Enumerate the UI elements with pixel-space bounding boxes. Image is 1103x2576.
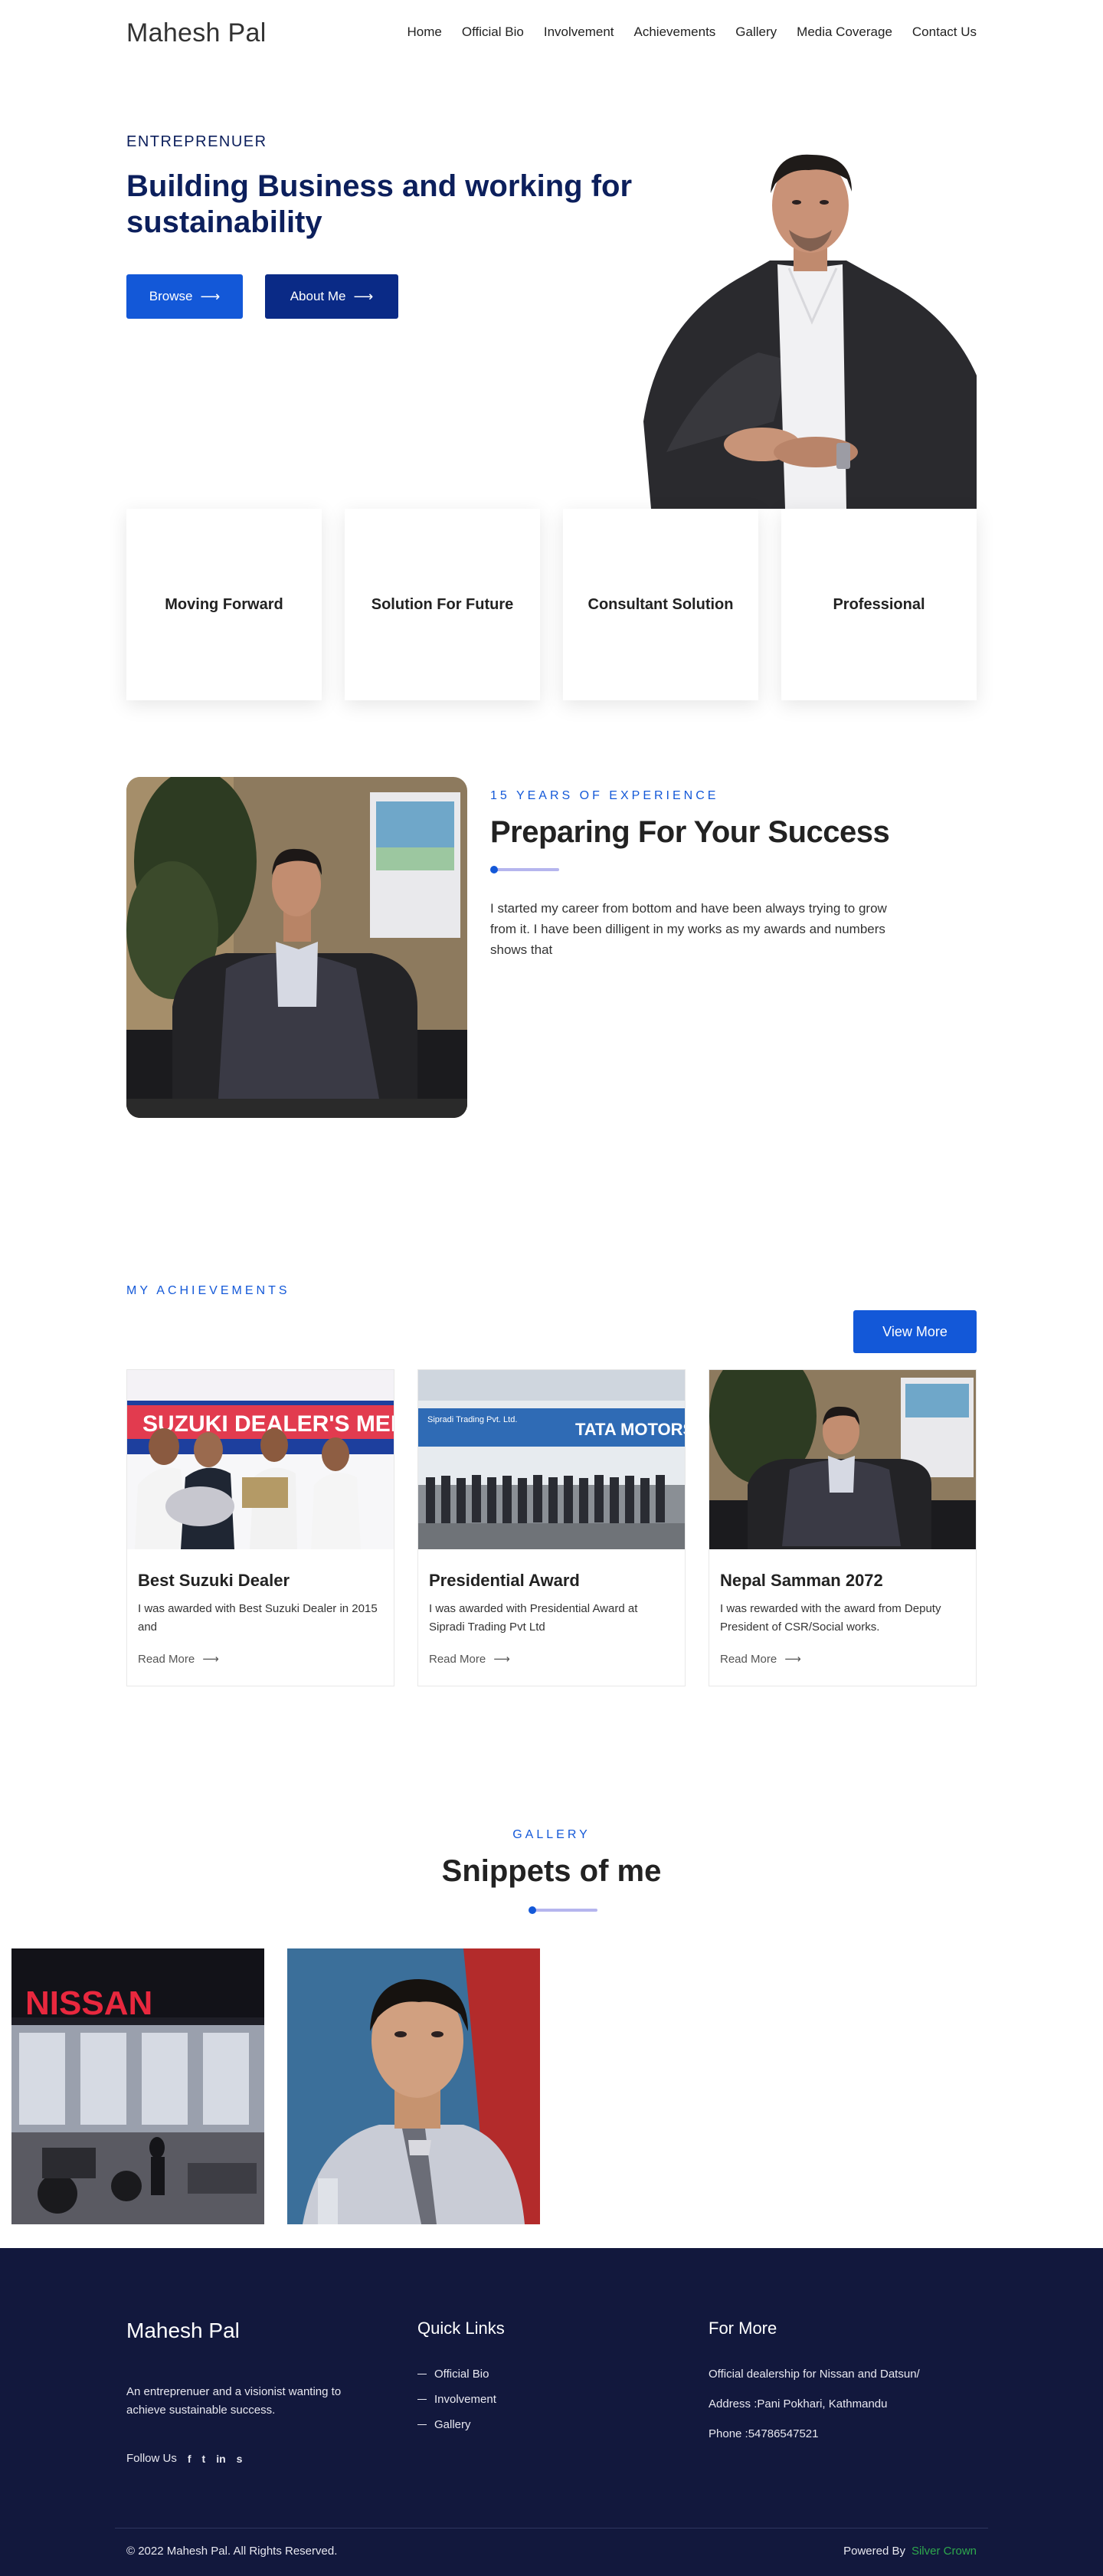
quick-links-list: Official Bio Involvement Gallery xyxy=(417,2368,496,2443)
achievement-image: SUZUKI DEALER'S MEET 2 xyxy=(127,1370,394,1549)
powered-by: Powered By Silver Crown xyxy=(843,2545,977,2558)
main-nav: Home Official Bio Involvement Achievemen… xyxy=(407,25,977,40)
hero-eyebrow: ENTREPRENUER xyxy=(126,133,267,150)
achievement-card[interactable]: TATA MOTORS Sipradi Trading Pvt. Ltd. Pr… xyxy=(417,1369,686,1686)
for-more-info: Official dealership for Nissan and Datsu… xyxy=(709,2368,920,2457)
sign-text: NISSAN xyxy=(25,1984,152,2022)
site-header: Mahesh Pal Home Official Bio Involvement… xyxy=(0,0,1103,69)
footer-brand: Mahesh Pal xyxy=(126,2319,240,2342)
gallery-image[interactable] xyxy=(287,1948,540,2224)
achievement-title: Best Suzuki Dealer xyxy=(138,1571,290,1590)
achievement-text: I was rewarded with the award from Deput… xyxy=(720,1602,941,1634)
achievement-image: TATA MOTORS Sipradi Trading Pvt. Ltd. xyxy=(418,1370,685,1549)
gallery-title: Snippets of me xyxy=(441,1854,662,1888)
arrow-right-icon: ⟶ xyxy=(493,1653,510,1666)
gallery-eyebrow: GALLERY xyxy=(512,1828,591,1841)
read-more-link[interactable]: Read More ⟶ xyxy=(138,1652,383,1667)
hero-portrait-image xyxy=(636,146,977,509)
achievement-text: I was awarded with Best Suzuki Dealer in… xyxy=(138,1602,378,1634)
feature-card-title: Solution For Future xyxy=(371,595,514,613)
quick-link-label: Official Bio xyxy=(434,2368,489,2381)
phone-text: Phone :54786547521 xyxy=(709,2427,819,2440)
feature-card[interactable]: Consultant Solution xyxy=(563,509,758,700)
nav-involvement[interactable]: Involvement xyxy=(544,25,614,40)
view-more-button[interactable]: View More xyxy=(853,1310,977,1353)
linkedin-icon[interactable]: in xyxy=(216,2453,225,2465)
sign-subtext: Sipradi Trading Pvt. Ltd. xyxy=(427,1415,517,1424)
section-divider xyxy=(490,866,559,873)
feature-cards: Moving Forward Solution For Future Consu… xyxy=(126,509,977,700)
experience-title: Preparing For Your Success xyxy=(490,815,890,849)
nav-gallery[interactable]: Gallery xyxy=(735,25,777,40)
powered-label: Powered By xyxy=(843,2545,905,2558)
achievement-title: Presidential Award xyxy=(429,1571,580,1590)
sign-text: TATA MOTORS xyxy=(575,1420,685,1439)
arrow-right-icon: ⟶ xyxy=(200,288,221,304)
achievement-text: I was awarded with Presidential Award at… xyxy=(429,1602,638,1634)
feature-card[interactable]: Moving Forward xyxy=(126,509,322,700)
address-text: Address :Pani Pokhari, Kathmandu xyxy=(709,2397,888,2410)
feature-card[interactable]: Solution For Future xyxy=(345,509,540,700)
facebook-icon[interactable]: f xyxy=(188,2453,191,2465)
browse-button[interactable]: Browse ⟶ xyxy=(126,274,243,319)
read-more-link[interactable]: Read More ⟶ xyxy=(429,1652,674,1667)
nav-home[interactable]: Home xyxy=(407,25,442,40)
about-me-button[interactable]: About Me ⟶ xyxy=(265,274,398,319)
site-logo[interactable]: Mahesh Pal xyxy=(126,18,267,48)
read-more-link[interactable]: Read More ⟶ xyxy=(720,1652,965,1667)
site-footer: Mahesh Pal An entreprenuer and a visioni… xyxy=(0,2248,1103,2576)
nav-achievements[interactable]: Achievements xyxy=(634,25,716,40)
achievement-cards: SUZUKI DEALER'S MEET 2 Best Suzuki Deale… xyxy=(126,1369,977,1686)
quick-link[interactable]: Official Bio xyxy=(417,2368,496,2381)
read-more-label: Read More xyxy=(138,1652,195,1666)
nav-media-coverage[interactable]: Media Coverage xyxy=(797,25,892,40)
about-me-label: About Me xyxy=(290,289,346,303)
follow-label: Follow Us xyxy=(126,2452,177,2465)
arrow-right-icon: ⟶ xyxy=(353,288,374,304)
feature-card-title: Consultant Solution xyxy=(588,595,734,613)
experience-text: I started my career from bottom and have… xyxy=(490,901,887,958)
footer-about: An entreprenuer and a visionist wanting … xyxy=(126,2385,342,2417)
achievements-eyebrow: MY ACHIEVEMENTS xyxy=(126,1284,290,1297)
achievement-card[interactable]: SUZUKI DEALER'S MEET 2 Best Suzuki Deale… xyxy=(126,1369,394,1686)
copyright-text: © 2022 Mahesh Pal. All Rights Reserved. xyxy=(126,2545,338,2558)
read-more-label: Read More xyxy=(720,1652,777,1666)
footer-follow: Follow Us f t in s xyxy=(126,2452,242,2465)
arrow-right-icon: ⟶ xyxy=(202,1653,219,1666)
experience-eyebrow: 15 YEARS OF EXPERIENCE xyxy=(490,789,719,802)
quick-link-label: Gallery xyxy=(434,2418,471,2431)
nav-contact-us[interactable]: Contact Us xyxy=(912,25,977,40)
skype-icon[interactable]: s xyxy=(237,2453,243,2465)
hero-title: Building Business and working for sustai… xyxy=(126,169,633,240)
gallery-image[interactable]: NISSAN xyxy=(11,1948,264,2224)
feature-card-title: Professional xyxy=(833,595,925,613)
section-divider xyxy=(529,1906,597,1914)
dealership-text: Official dealership for Nissan and Datsu… xyxy=(709,2368,920,2381)
quick-link[interactable]: Involvement xyxy=(417,2393,496,2406)
achievement-card[interactable]: Nepal Samman 2072 I was rewarded with th… xyxy=(709,1369,977,1686)
browse-label: Browse xyxy=(149,289,193,303)
powered-brand-link[interactable]: Silver Crown xyxy=(912,2545,977,2558)
for-more-title: For More xyxy=(709,2319,777,2338)
feature-card-title: Moving Forward xyxy=(165,595,283,613)
nav-official-bio[interactable]: Official Bio xyxy=(462,25,524,40)
arrow-right-icon: ⟶ xyxy=(784,1653,801,1666)
quick-link[interactable]: Gallery xyxy=(417,2418,496,2431)
read-more-label: Read More xyxy=(429,1652,486,1666)
twitter-icon[interactable]: t xyxy=(202,2453,206,2465)
achievement-title: Nepal Samman 2072 xyxy=(720,1571,883,1590)
experience-photo xyxy=(126,777,467,1118)
achievement-image xyxy=(709,1370,976,1549)
quick-link-label: Involvement xyxy=(434,2393,496,2406)
feature-card[interactable]: Professional xyxy=(781,509,977,700)
quick-links-title: Quick Links xyxy=(417,2319,505,2338)
